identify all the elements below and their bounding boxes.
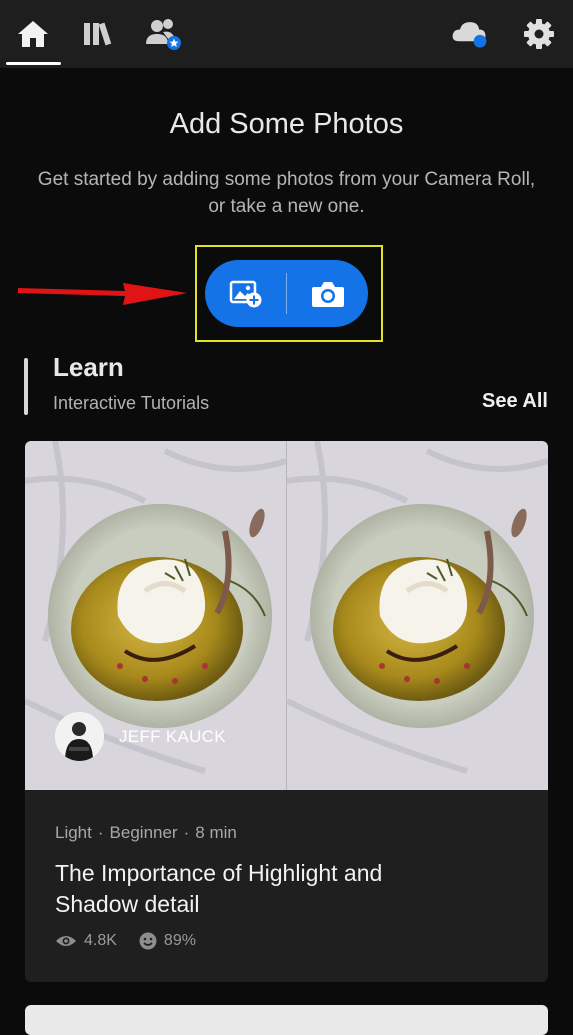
learn-subtitle: Interactive Tutorials	[53, 393, 210, 413]
meta-separator: ·	[183, 823, 190, 842]
empty-state-title: Add Some Photos	[169, 108, 404, 140]
tutorial-duration: 8 min	[195, 823, 237, 842]
meta-separator: ·	[97, 823, 104, 842]
learn-section-accent	[24, 358, 28, 415]
home-icon	[18, 21, 48, 47]
tutorial-category: Light	[55, 823, 92, 842]
next-tutorial-card[interactable]	[25, 1005, 548, 1035]
learn-title: Learn	[53, 352, 124, 382]
library-icon	[84, 22, 112, 46]
views-stat: 4.8K	[55, 932, 117, 950]
add-photos-pill	[205, 260, 368, 327]
gear-icon	[524, 19, 554, 49]
tutorial-stats: 4.8K 89%	[55, 932, 218, 950]
author-avatar	[55, 712, 104, 761]
camera-icon	[311, 281, 344, 307]
red-arrow-annotation	[18, 283, 187, 305]
rating-value: 89%	[163, 932, 196, 949]
empty-state-subtitle: Get started by adding some photos from y…	[37, 169, 536, 217]
camera-button[interactable]	[287, 260, 368, 327]
author-name: JEFF KAUCK	[119, 727, 226, 746]
tab-people[interactable]	[143, 14, 183, 54]
cloud-sync-button[interactable]	[450, 14, 490, 54]
views-count: 4.8K	[84, 932, 117, 949]
eye-icon	[56, 936, 76, 946]
top-nav-bar	[0, 0, 573, 68]
tab-home[interactable]	[13, 14, 53, 54]
smiley-icon	[139, 932, 157, 950]
settings-button[interactable]	[519, 14, 559, 54]
tutorial-card[interactable]: JEFF KAUCK Light · Beginner · 8 min The Impo…	[25, 441, 548, 982]
tutorial-title: The Importance of Highlight and Shadow d…	[55, 860, 383, 917]
rating-stat: 89%	[139, 932, 196, 950]
add-photo-icon	[229, 280, 262, 307]
people-star-icon	[146, 19, 181, 50]
see-all-link[interactable]: See All	[482, 390, 548, 413]
import-photos-button[interactable]	[205, 260, 287, 327]
tutorial-meta: Light · Beginner · 8 min	[55, 823, 237, 843]
cloud-sync-icon	[452, 22, 487, 48]
tab-library[interactable]	[77, 14, 117, 54]
active-tab-indicator	[6, 62, 61, 65]
tutorial-level: Beginner	[109, 823, 178, 842]
author-portrait	[55, 712, 104, 761]
